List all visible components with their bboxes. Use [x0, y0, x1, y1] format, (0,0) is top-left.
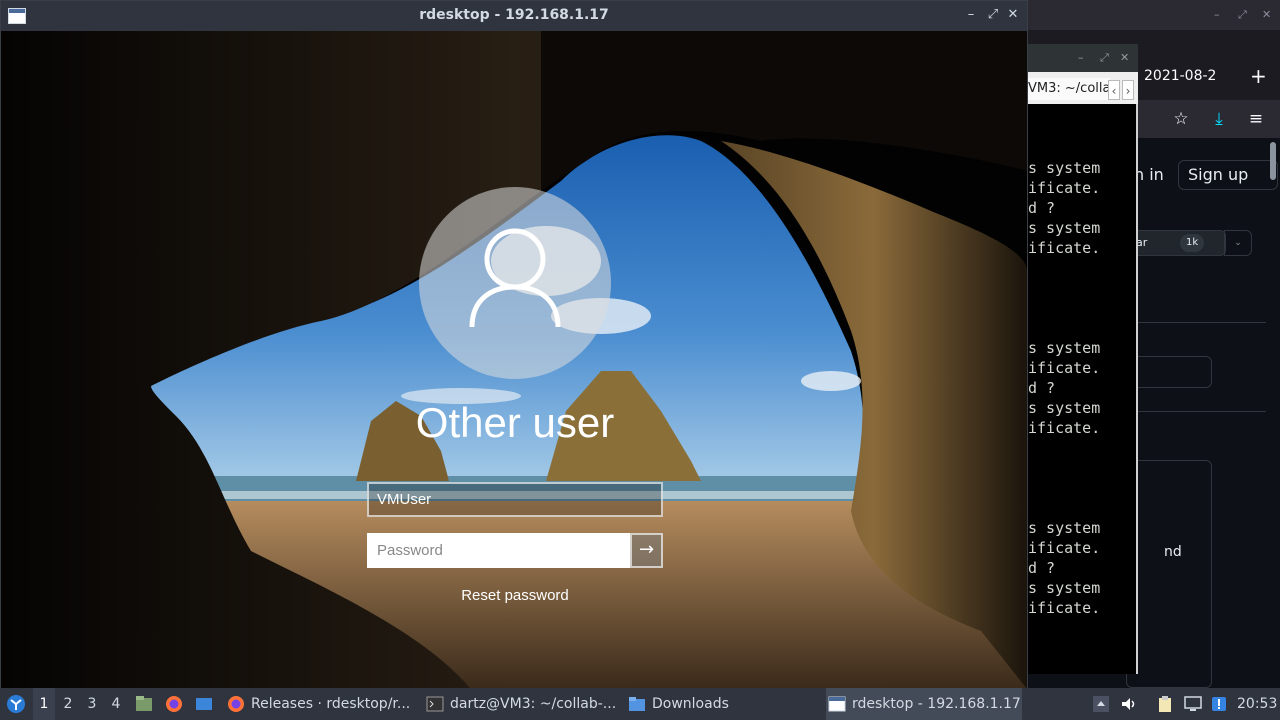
- terminal-maximize-icon[interactable]: ⤢: [1100, 51, 1109, 65]
- firefox-icon: [228, 696, 244, 712]
- terminal-line: ificate.: [1028, 179, 1101, 197]
- maximize-button[interactable]: ⤢: [985, 7, 1001, 23]
- terminal-close-icon[interactable]: ✕: [1120, 51, 1129, 64]
- terminal-line: ificate.: [1028, 599, 1101, 617]
- task-label: dartz@VM3: ~/collab-...: [450, 696, 617, 712]
- network-icon[interactable]: [1184, 695, 1202, 713]
- tab-scroll-right-icon[interactable]: ›: [1122, 80, 1134, 100]
- folder-icon: [629, 697, 645, 711]
- terminal-line: ificate.: [1028, 239, 1101, 257]
- task-rdesktop[interactable]: rdesktop - 192.168.1.17: [826, 688, 1022, 720]
- window-icon: [828, 696, 846, 712]
- divider: [1136, 411, 1266, 412]
- content-box: [1126, 356, 1212, 388]
- bookmark-star-icon[interactable]: ☆: [1170, 108, 1192, 130]
- terminal-titlebar: – ⤢ ✕: [1026, 44, 1138, 72]
- user-avatar: [419, 187, 611, 379]
- desktop-launcher-icon[interactable]: [195, 695, 213, 713]
- terminal-line: ificate.: [1028, 419, 1101, 437]
- start-menu-icon[interactable]: [6, 694, 26, 714]
- reset-password-link[interactable]: Reset password: [367, 587, 663, 604]
- terminal-tab-bar: VM3: ~/collab- ‹ ›: [1026, 72, 1138, 104]
- workspace-1[interactable]: 1: [33, 688, 55, 720]
- terminal-minimize-icon[interactable]: –: [1078, 51, 1084, 64]
- task-downloads-folder[interactable]: Downloads: [626, 688, 816, 720]
- terminal-line: s system: [1028, 339, 1101, 357]
- windows-lock-screen[interactable]: Other user VMUser → Reset password: [1, 31, 1027, 689]
- task-label: Releases · rdesktop/r...: [251, 696, 411, 712]
- task-label: rdesktop - 192.168.1.17: [852, 696, 1021, 712]
- terminal-line: s system: [1028, 159, 1101, 177]
- browser-top-strip: – ⤢ ✕: [1026, 0, 1280, 30]
- menu-hamburger-icon[interactable]: ≡: [1245, 108, 1267, 130]
- password-row: →: [367, 533, 663, 568]
- task-terminal[interactable]: dartz@VM3: ~/collab-...: [424, 688, 618, 720]
- terminal-line: d ?: [1028, 559, 1056, 577]
- workspace-2[interactable]: 2: [57, 688, 79, 720]
- terminal-icon: [426, 696, 444, 712]
- firefox-launcher-icon[interactable]: [165, 695, 183, 713]
- username-field[interactable]: VMUser: [367, 482, 663, 517]
- terminal-line: ificate.: [1028, 359, 1101, 377]
- user-display-name: Other user: [415, 399, 615, 446]
- star-count-badge: 1k: [1180, 234, 1205, 252]
- workspace-3[interactable]: 3: [81, 688, 103, 720]
- divider: [1136, 322, 1266, 323]
- rdesktop-titlebar[interactable]: rdesktop - 192.168.1.17 – ⤢ ✕: [1, 1, 1027, 31]
- browser-minimize-icon[interactable]: –: [1214, 8, 1220, 21]
- tray-expand-icon[interactable]: [1092, 695, 1110, 713]
- password-input[interactable]: [367, 533, 630, 568]
- new-tab-icon[interactable]: +: [1250, 64, 1267, 88]
- star-dropdown-icon[interactable]: ⌄: [1224, 230, 1252, 256]
- download-icon[interactable]: ⤓: [1208, 108, 1230, 130]
- background-terminal-window[interactable]: – ⤢ ✕ VM3: ~/collab- ‹ › s system ificate…: [1026, 44, 1138, 674]
- workspace-4[interactable]: 4: [105, 688, 127, 720]
- terminal-line: s system: [1028, 399, 1101, 417]
- task-firefox-releases[interactable]: Releases · rdesktop/r...: [225, 688, 415, 720]
- task-label: Downloads: [652, 696, 729, 712]
- terminal-line: s system: [1028, 579, 1101, 597]
- browser-scrollbar-thumb[interactable]: [1270, 142, 1276, 180]
- update-notification-icon[interactable]: [1210, 695, 1228, 713]
- clock[interactable]: 20:53: [1237, 688, 1277, 720]
- user-silhouette-icon: [469, 228, 561, 327]
- window-title: rdesktop - 192.168.1.17: [419, 7, 609, 23]
- terminal-line: s system: [1028, 219, 1101, 237]
- browser-tab-title[interactable]: 2021-08-2: [1144, 68, 1224, 84]
- sign-in-link[interactable]: n in: [1134, 165, 1164, 184]
- desktop: – ⤢ ✕ 2021-08-2 + ☆ ⤓ ≡ n in Sign up ar …: [0, 0, 1280, 720]
- tab-scroll-left-icon[interactable]: ‹: [1108, 80, 1120, 100]
- file-manager-launcher-icon[interactable]: [135, 695, 153, 713]
- volume-icon[interactable]: [1120, 695, 1138, 713]
- terminal-line: d ?: [1028, 199, 1056, 217]
- submit-arrow-button[interactable]: →: [630, 533, 663, 568]
- browser-close-icon[interactable]: ✕: [1262, 8, 1271, 21]
- terminal-line: ificate.: [1028, 539, 1101, 557]
- taskbar: 1 2 3 4 Releases · rdesktop/r... dartz@V…: [0, 688, 1280, 720]
- clipboard-icon[interactable]: [1156, 695, 1174, 713]
- sign-up-button[interactable]: Sign up: [1178, 160, 1278, 190]
- browser-maximize-icon[interactable]: ⤢: [1238, 8, 1247, 22]
- minimize-button[interactable]: –: [963, 7, 979, 23]
- content-text: nd: [1164, 544, 1182, 560]
- close-button[interactable]: ✕: [1005, 7, 1021, 23]
- content-panel: [1126, 460, 1212, 688]
- rdesktop-window[interactable]: rdesktop - 192.168.1.17 – ⤢ ✕ Other user…: [0, 0, 1028, 689]
- terminal-line: d ?: [1028, 379, 1056, 397]
- terminal-line: s system: [1028, 519, 1101, 537]
- terminal-tab[interactable]: VM3: ~/collab-: [1028, 78, 1110, 100]
